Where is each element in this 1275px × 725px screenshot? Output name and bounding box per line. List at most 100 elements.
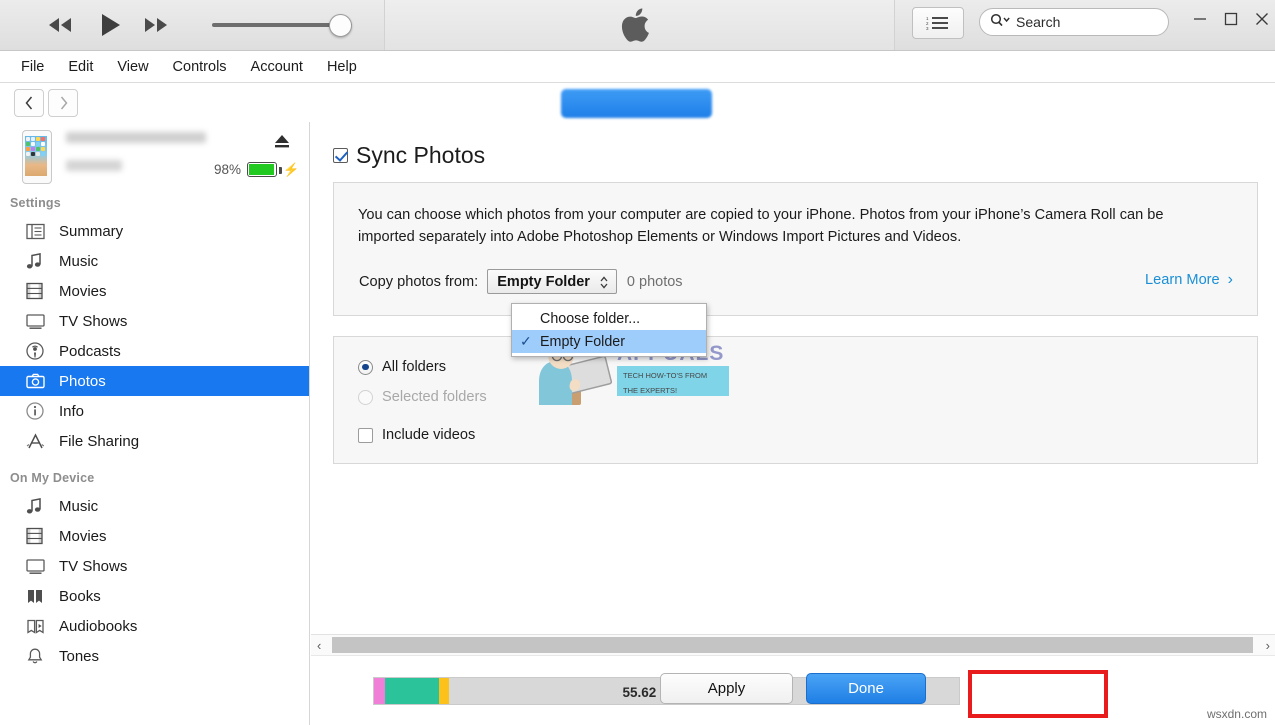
radio-selected-folders[interactable]: Selected folders (358, 389, 487, 405)
itunes-window: 1 2 3 Search File Edit View Controls Acc… (0, 0, 1275, 725)
description-text: You can choose which photos from your co… (358, 207, 1164, 245)
sidebar-item-label: Summary (59, 222, 124, 240)
sidebar-item-label: Music (59, 497, 99, 515)
titlebar-right-group: 1 2 3 Search (894, 0, 1275, 50)
sidebar-section-settings: Settings (10, 196, 61, 210)
sidebar-item-label: Photos (59, 372, 106, 390)
checkbox-indicator (358, 427, 373, 443)
iphone-thumbnail-icon (22, 130, 52, 184)
radio-all-folders-label: All folders (382, 359, 447, 375)
film-icon (26, 280, 50, 302)
folder-select[interactable]: Empty Folder (487, 269, 617, 294)
close-icon[interactable] (1247, 0, 1275, 38)
sidebar-device-item-tones[interactable]: Tones (0, 641, 309, 671)
menu-file[interactable]: File (10, 56, 55, 78)
search-icon (990, 13, 1012, 32)
bell-icon (26, 645, 50, 667)
podcast-icon (26, 340, 50, 362)
menu-help[interactable]: Help (316, 56, 368, 78)
photos-sync-panel: Sync Photos You can choose which photos … (311, 122, 1275, 633)
checkbox-include-videos[interactable]: Include videos (358, 427, 475, 443)
learn-more-label: Learn More (1145, 272, 1220, 288)
scroll-left-icon[interactable]: ‹ (317, 638, 321, 653)
sidebar-item-tv-shows[interactable]: TV Shows (0, 306, 309, 336)
sidebar-item-movies[interactable]: Movies (0, 276, 309, 306)
sidebar-device-item-music[interactable]: Music (0, 491, 309, 521)
sidebar-item-music[interactable]: Music (0, 246, 309, 276)
search-placeholder: Search (1016, 14, 1061, 30)
title-bar: 1 2 3 Search (0, 0, 1275, 51)
battery-percent: 98% (214, 162, 242, 177)
menu-account[interactable]: Account (240, 56, 314, 78)
select-stepper-icon (599, 274, 609, 291)
info-icon (26, 400, 50, 422)
sidebar-item-podcasts[interactable]: Podcasts (0, 336, 309, 366)
menu-controls[interactable]: Controls (162, 56, 238, 78)
sidebar-item-file-sharing[interactable]: File Sharing (0, 426, 309, 456)
file-sharing-icon (26, 430, 50, 452)
sidebar-item-label: Info (59, 402, 85, 420)
sidebar-item-summary[interactable]: Summary (0, 216, 309, 246)
navigation-bar (0, 83, 1275, 122)
dropdown-item-label: Empty Folder (540, 333, 626, 350)
battery-status: 98% ⚡ (214, 162, 299, 177)
scroll-right-icon[interactable]: › (1266, 638, 1270, 653)
volume-knob[interactable] (329, 14, 352, 37)
device-header: 98% ⚡ (0, 122, 309, 190)
dropdown-item-empty-folder[interactable]: ✓ Empty Folder (512, 330, 706, 353)
device-name-redacted (66, 132, 206, 143)
bottom-bar: 55.62 GB Free wsxdn.com (311, 655, 1275, 725)
apply-button[interactable]: Apply (660, 673, 793, 704)
scrollbar-thumb[interactable] (332, 637, 1253, 653)
sidebar-device-item-books[interactable]: Books (0, 581, 309, 611)
window-buttons (1185, 0, 1275, 40)
sidebar-item-label: TV Shows (59, 557, 128, 575)
folder-dropdown-menu[interactable]: Choose folder... ✓ Empty Folder (511, 303, 707, 357)
music-note-icon (26, 250, 50, 272)
sidebar-item-label: Books (59, 587, 101, 605)
sidebar-device-item-tv-shows[interactable]: TV Shows (0, 551, 309, 581)
previous-track-icon[interactable] (40, 10, 80, 40)
radio-selected-folders-label: Selected folders (382, 389, 487, 405)
back-button[interactable] (14, 89, 44, 117)
radio-all-folders[interactable]: All folders (358, 359, 446, 375)
eject-icon[interactable] (270, 132, 294, 150)
sync-photos-checkbox[interactable] (333, 148, 348, 163)
menu-edit[interactable]: Edit (57, 56, 104, 78)
horizontal-scrollbar[interactable]: ‹ › (311, 634, 1275, 655)
sidebar-item-label: Movies (59, 527, 107, 545)
volume-slider[interactable] (212, 14, 352, 37)
site-watermark: wsxdn.com (1206, 707, 1267, 721)
apple-logo-icon (620, 6, 654, 44)
audiobook-icon (26, 615, 50, 637)
device-tab-button[interactable] (561, 89, 712, 118)
playback-controls-group (0, 0, 385, 50)
forward-button[interactable] (48, 89, 78, 117)
sidebar-item-label: Tones (59, 647, 100, 665)
sidebar-item-info[interactable]: Info (0, 396, 309, 426)
sidebar-item-photos[interactable]: Photos (0, 366, 309, 396)
play-icon[interactable] (90, 10, 130, 40)
film-icon (26, 525, 50, 547)
learn-more-link[interactable]: Learn More › (1145, 271, 1233, 289)
sidebar-item-label: File Sharing (59, 432, 140, 450)
minimize-icon[interactable] (1185, 0, 1215, 38)
search-input[interactable]: Search (979, 8, 1169, 36)
music-note-icon (26, 495, 50, 517)
menu-view[interactable]: View (106, 56, 159, 78)
sidebar-device-item-movies[interactable]: Movies (0, 521, 309, 551)
tv-icon (26, 555, 50, 577)
dropdown-item-choose-folder[interactable]: Choose folder... (512, 307, 706, 330)
sidebar-device-item-audiobooks[interactable]: Audiobooks (0, 611, 309, 641)
radio-indicator (358, 389, 373, 405)
camera-icon (26, 370, 50, 392)
source-panel: You can choose which photos from your co… (333, 182, 1258, 316)
maximize-icon[interactable] (1216, 0, 1246, 38)
sync-photos-header: Sync Photos (333, 144, 485, 167)
sidebar: 98% ⚡ Settings Summary Music Movies TV S… (0, 122, 310, 725)
list-view-button[interactable]: 1 2 3 (912, 7, 964, 39)
next-track-icon[interactable] (136, 10, 176, 40)
books-icon (26, 585, 50, 607)
tv-icon (26, 310, 50, 332)
done-button[interactable]: Done (806, 673, 926, 704)
